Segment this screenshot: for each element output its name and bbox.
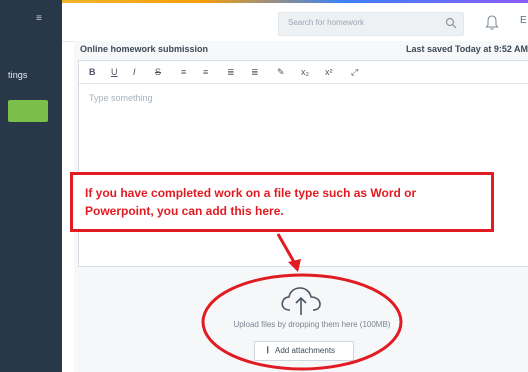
fullscreen-button[interactable]: ⤢ bbox=[351, 66, 358, 78]
annotation-text: If you have completed work on a file typ… bbox=[85, 186, 417, 218]
sidebar-action-button[interactable] bbox=[8, 100, 48, 122]
search-placeholder: Search for homework bbox=[288, 18, 365, 27]
link-button[interactable]: ✎ bbox=[277, 66, 285, 78]
annotation-callout: If you have completed work on a file typ… bbox=[70, 172, 494, 232]
align-left-button[interactable]: ≣ bbox=[227, 66, 235, 78]
align-right-button[interactable]: ≣ bbox=[251, 66, 259, 78]
upload-instruction: Upload files by dropping them here (100M… bbox=[233, 320, 391, 329]
bullet-list-button[interactable]: ≡ bbox=[181, 66, 186, 78]
editor-toolbar: B U I S ≡ ≡ ≣ ≣ ✎ x₂ x² ⤢ bbox=[79, 61, 528, 84]
paperclip-icon: 𝄃 bbox=[267, 345, 270, 355]
subscript-button[interactable]: x₂ bbox=[301, 66, 309, 78]
hamburger-icon[interactable]: ≡ bbox=[36, 14, 46, 24]
italic-button[interactable]: I bbox=[133, 66, 136, 78]
search-input[interactable]: Search for homework bbox=[278, 12, 464, 36]
text-editor[interactable]: B U I S ≡ ≡ ≣ ≣ ✎ x₂ x² ⤢ Type something bbox=[78, 60, 528, 267]
bell-icon[interactable] bbox=[485, 15, 499, 31]
header: Search for homework E bbox=[62, 3, 528, 42]
superscript-button[interactable]: x² bbox=[325, 66, 333, 78]
add-attachments-button[interactable]: 𝄃 Add attachments bbox=[254, 341, 354, 361]
search-icon[interactable] bbox=[445, 17, 457, 29]
user-initial[interactable]: E bbox=[520, 15, 527, 26]
editor-title-row: Online homework submission Last saved To… bbox=[78, 44, 528, 58]
sidebar-item-label[interactable]: tings bbox=[8, 70, 28, 80]
numbered-list-button[interactable]: ≡ bbox=[203, 66, 208, 78]
editor-placeholder[interactable]: Type something bbox=[89, 93, 153, 103]
sidebar: ≡ tings bbox=[0, 0, 62, 372]
strikethrough-button[interactable]: S bbox=[155, 66, 161, 78]
cloud-upload-icon bbox=[281, 287, 321, 315]
underline-button[interactable]: U bbox=[111, 66, 118, 78]
last-saved-status: Last saved Today at 9:52 AM bbox=[405, 44, 528, 54]
bold-button[interactable]: B bbox=[89, 66, 96, 78]
page-title: Online homework submission bbox=[80, 44, 209, 54]
add-attachments-label: Add attachments bbox=[275, 346, 336, 355]
